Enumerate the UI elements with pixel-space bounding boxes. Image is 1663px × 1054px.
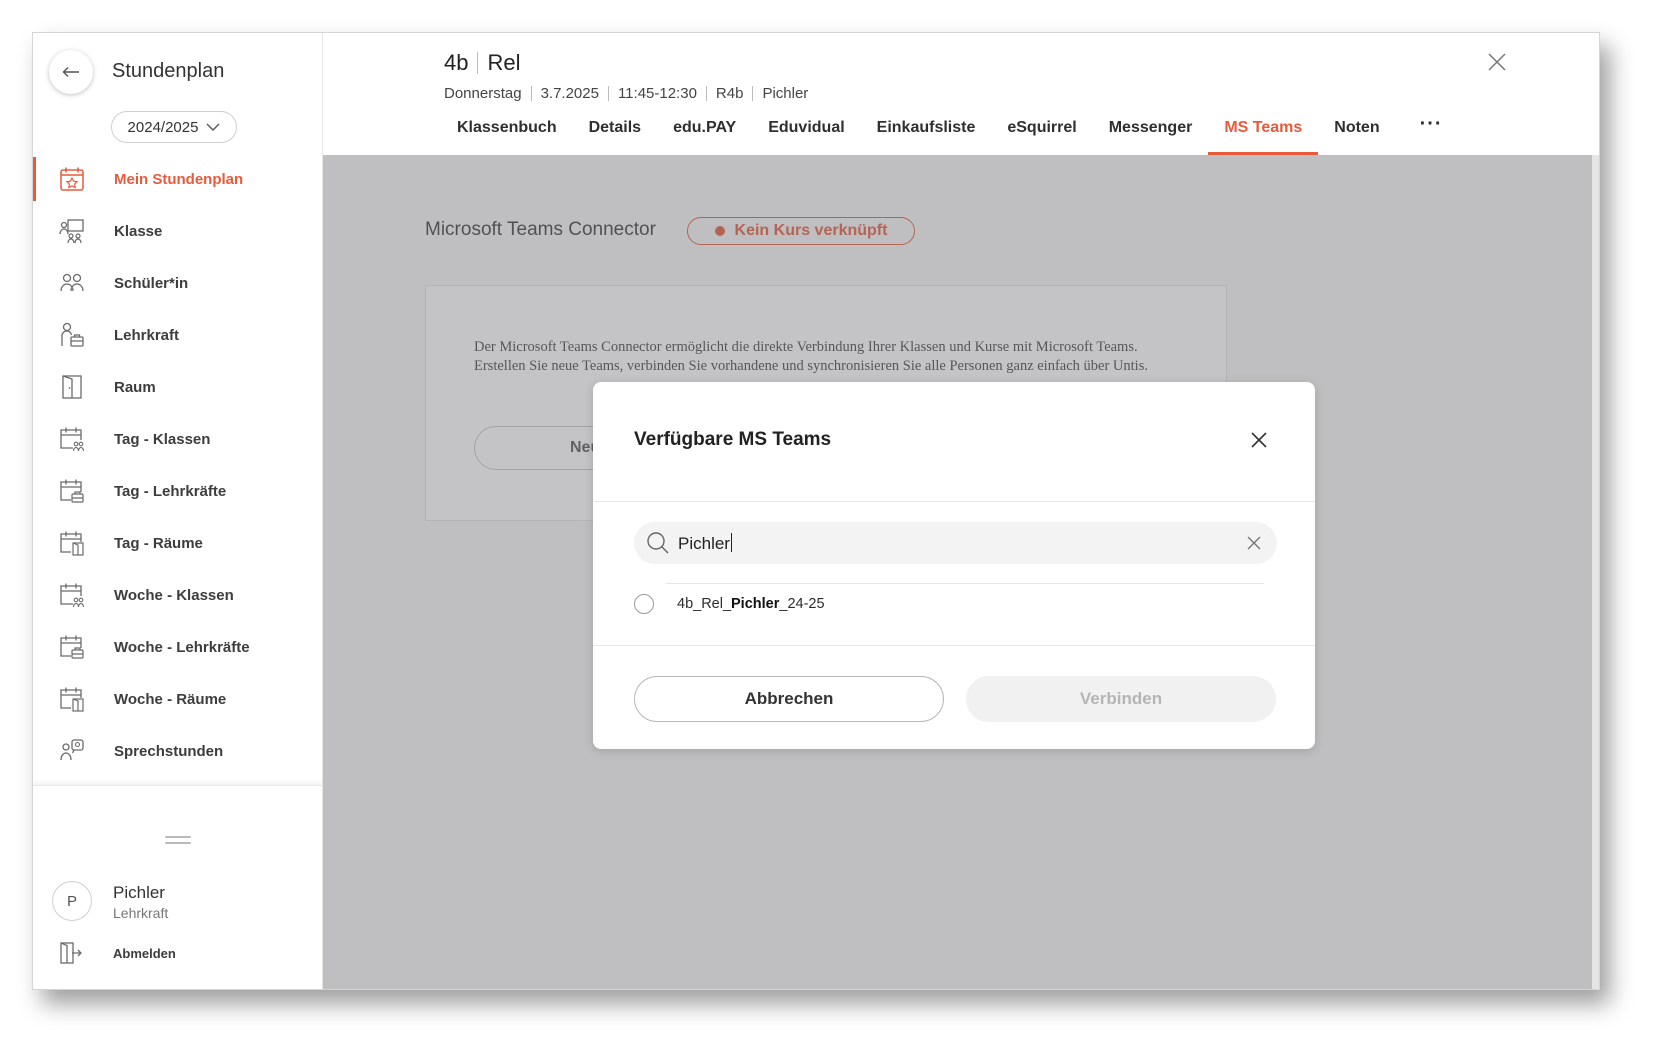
arrow-left-icon bbox=[62, 66, 80, 78]
lesson-room: R4b bbox=[715, 85, 744, 102]
lesson-day: Donnerstag bbox=[444, 85, 522, 102]
students-icon bbox=[59, 270, 85, 296]
sidebar-item-label: Lehrkraft bbox=[114, 326, 180, 344]
sidebar-item-label: Tag - Klassen bbox=[114, 430, 211, 448]
sidebar-item-label: Woche - Räume bbox=[114, 690, 227, 708]
school-year-value: 2024/2025 bbox=[127, 118, 199, 136]
divider bbox=[593, 645, 1315, 646]
calendar-briefcase-icon bbox=[59, 478, 85, 504]
user-name: Pichler bbox=[113, 883, 165, 902]
clear-search-icon[interactable] bbox=[1246, 535, 1262, 551]
scrollbar[interactable] bbox=[1592, 155, 1599, 989]
calendar-briefcase-icon bbox=[59, 634, 85, 660]
sidebar-item-tag-lehrkraefte[interactable]: Tag - Lehrkräfte bbox=[33, 465, 322, 517]
tab-noten[interactable]: Noten bbox=[1318, 113, 1395, 155]
search-value: Pichler bbox=[678, 533, 732, 553]
divider bbox=[666, 583, 1264, 584]
sidebar-item-sprechstunden[interactable]: Sprechstunden bbox=[33, 725, 322, 777]
sidebar-item-woche-raeume[interactable]: Woche - Räume bbox=[33, 673, 322, 725]
calendar-star-icon bbox=[59, 166, 85, 192]
close-icon[interactable] bbox=[1249, 430, 1269, 450]
sidebar-item-tag-raeume[interactable]: Tag - Räume bbox=[33, 517, 322, 569]
search-icon bbox=[646, 531, 670, 555]
sidebar-item-label: Mein Stundenplan bbox=[114, 170, 244, 188]
tab-messenger[interactable]: Messenger bbox=[1093, 113, 1209, 155]
team-radio-button[interactable] bbox=[634, 594, 654, 614]
sidebar-nav: Mein Stundenplan Klasse Schüler*in Lehrk… bbox=[33, 153, 322, 777]
sidebar-item-schueler[interactable]: Schüler*in bbox=[33, 257, 322, 309]
calendar-door-icon bbox=[59, 686, 85, 712]
lesson-time: 11:45-12:30 bbox=[617, 85, 697, 102]
sidebar-footer: P Pichler Lehrkraft Abmelden bbox=[33, 785, 322, 989]
lesson-teacher: Pichler bbox=[762, 85, 809, 102]
lesson-title: 4b Rel bbox=[444, 50, 521, 76]
sidebar-item-woche-lehrkraefte[interactable]: Woche - Lehrkräfte bbox=[33, 621, 322, 673]
sidebar-item-label: Raum bbox=[114, 378, 156, 396]
sidebar-item-label: Sprechstunden bbox=[114, 742, 224, 760]
close-icon[interactable] bbox=[1486, 51, 1508, 73]
sidebar-item-label: Tag - Räume bbox=[114, 534, 203, 552]
lesson-header: 4b Rel Donnerstag 3.7.2025 11:45-12:30 R… bbox=[323, 33, 1599, 155]
dialog-title: Verfügbare MS Teams bbox=[634, 429, 832, 450]
door-icon bbox=[59, 374, 85, 400]
user-role: Lehrkraft bbox=[113, 905, 169, 921]
logout-link[interactable]: Abmelden bbox=[113, 946, 176, 961]
available-teams-dialog: Verfügbare MS Teams Pichler 4b_Rel_Pichl… bbox=[593, 382, 1315, 749]
divider bbox=[593, 501, 1315, 502]
class-board-icon bbox=[59, 218, 85, 244]
tab-ms-teams[interactable]: MS Teams bbox=[1208, 113, 1319, 155]
sidebar-item-raum[interactable]: Raum bbox=[33, 361, 322, 413]
cancel-button[interactable]: Abbrechen bbox=[634, 676, 944, 722]
sidebar-item-lehrkraft[interactable]: Lehrkraft bbox=[33, 309, 322, 361]
sidebar: Stundenplan 2024/2025 Mein Stundenplan K… bbox=[33, 33, 323, 989]
subject-name: Rel bbox=[487, 50, 521, 75]
connect-button[interactable]: Verbinden bbox=[966, 676, 1276, 722]
back-button[interactable] bbox=[49, 50, 93, 94]
calendar-group-icon bbox=[59, 582, 85, 608]
lesson-meta: Donnerstag 3.7.2025 11:45-12:30 R4b Pich… bbox=[444, 85, 808, 102]
sidebar-item-label: Schüler*in bbox=[114, 274, 189, 292]
drag-handle-icon[interactable] bbox=[165, 836, 191, 846]
sidebar-item-label: Tag - Lehrkräfte bbox=[114, 482, 227, 500]
consultation-icon bbox=[59, 738, 85, 764]
tab-klassenbuch[interactable]: Klassenbuch bbox=[441, 113, 573, 155]
teacher-icon bbox=[59, 322, 85, 348]
logout-icon[interactable] bbox=[59, 941, 83, 965]
team-search-input[interactable]: Pichler bbox=[634, 522, 1277, 564]
sidebar-item-tag-klassen[interactable]: Tag - Klassen bbox=[33, 413, 322, 465]
tab-edu-pay[interactable]: edu.PAY bbox=[657, 113, 752, 155]
calendar-group-icon bbox=[59, 426, 85, 452]
school-year-select[interactable]: 2024/2025 bbox=[111, 111, 237, 143]
sidebar-item-label: Woche - Klassen bbox=[114, 586, 234, 604]
class-name: 4b bbox=[444, 50, 469, 75]
sidebar-item-label: Klasse bbox=[114, 222, 163, 240]
sidebar-item-label: Woche - Lehrkräfte bbox=[114, 638, 250, 656]
calendar-door-icon bbox=[59, 530, 85, 556]
tab-bar: Klassenbuch Details edu.PAY Eduvidual Ei… bbox=[441, 113, 1459, 155]
tab-details[interactable]: Details bbox=[573, 113, 657, 155]
lesson-date: 3.7.2025 bbox=[540, 85, 599, 102]
sidebar-item-klasse[interactable]: Klasse bbox=[33, 205, 322, 257]
tab-esquirrel[interactable]: eSquirrel bbox=[991, 113, 1092, 155]
app-title: Stundenplan bbox=[112, 60, 225, 82]
sidebar-item-woche-klassen[interactable]: Woche - Klassen bbox=[33, 569, 322, 621]
tab-einkaufsliste[interactable]: Einkaufsliste bbox=[861, 113, 992, 155]
sidebar-item-mein-stundenplan[interactable]: Mein Stundenplan bbox=[33, 153, 322, 205]
more-tabs-button[interactable]: ··· bbox=[1396, 113, 1459, 155]
avatar[interactable]: P bbox=[52, 881, 92, 921]
tab-eduvidual[interactable]: Eduvidual bbox=[752, 113, 860, 155]
chevron-down-icon bbox=[206, 123, 220, 131]
team-result-label[interactable]: 4b_Rel_Pichler_24-25 bbox=[677, 596, 825, 612]
